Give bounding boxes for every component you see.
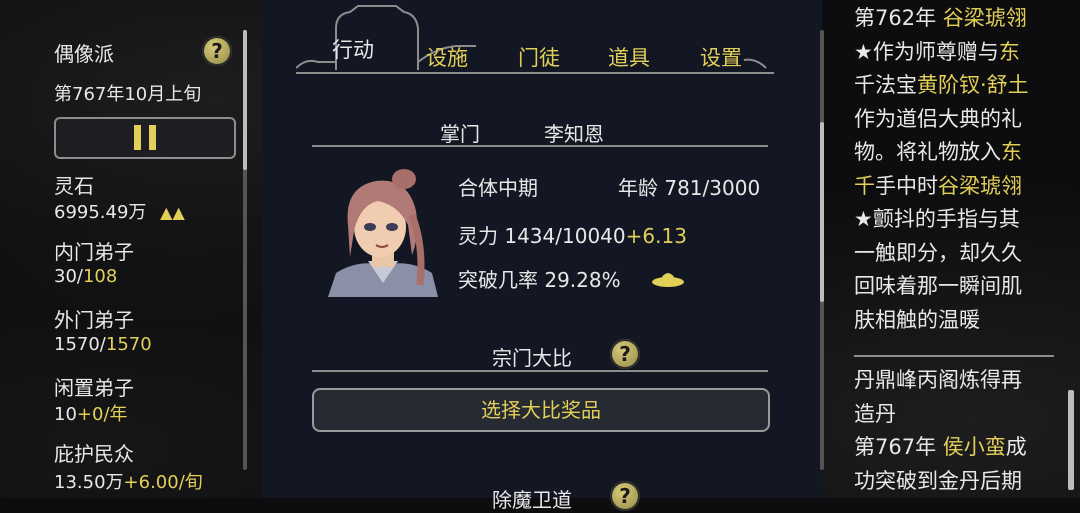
event-log-panel: 第762年 谷梁琥翎 ★作为师尊赠与东 千法宝黄阶钗·舒土 作为道侣大典的礼 物。将礼物…: [820, 0, 1080, 498]
select-reward-button[interactable]: 选择大比奖品: [312, 388, 770, 432]
leader-spirit-power: 灵力 1434/10040+6.13: [458, 224, 687, 248]
log-line: ★颤抖的手指与其: [854, 207, 1020, 231]
game-date: 第767年10月上旬: [54, 84, 202, 105]
log-line: 一触即分，却久久: [854, 240, 1022, 265]
stat-value-spirit-stones: 6995.49万 ▲▲: [54, 202, 185, 223]
tab-disciples[interactable]: 门徒: [518, 42, 560, 72]
leader-title-label: 掌门: [440, 122, 480, 146]
stat-label-spirit-stones: 灵石: [54, 174, 94, 198]
stat-value-outer-disciples: 1570/1570: [54, 334, 152, 355]
demon-slaying-title: 除魔卫道: [492, 488, 572, 512]
log-line: 第762年 谷梁琥翎: [854, 6, 1027, 30]
tab-items[interactable]: 道具: [608, 42, 650, 72]
log-scrollbar-right[interactable]: [1068, 390, 1074, 490]
competition-help-icon[interactable]: ?: [610, 339, 640, 369]
main-panel: 行动 设施 门徒 道具 设置 掌门 李知恩 合体中期 年龄 781/3000 灵…: [262, 0, 822, 512]
leader-age: 年龄 781/3000: [618, 176, 761, 200]
pause-button[interactable]: [54, 117, 236, 159]
help-icon[interactable]: ?: [202, 36, 232, 66]
breakthrough-icon[interactable]: [650, 266, 686, 290]
sect-status-panel: 偶像派 ? 第767年10月上旬 灵石 6995.49万 ▲▲ 内门弟子 30/…: [0, 0, 262, 498]
tab-settings[interactable]: 设置: [700, 42, 742, 72]
log-line: 回味着那一瞬间肌: [854, 274, 1022, 298]
log-line: 作为道侣大典的礼: [854, 106, 1022, 131]
log-line: 物。将礼物放入东: [854, 140, 1022, 164]
competition-divider: [312, 370, 768, 372]
log-line: 第767年 侯小蛮成: [854, 435, 1027, 459]
stat-label-protected-people: 庇护民众: [54, 442, 134, 466]
log-line: 造丹: [854, 401, 896, 426]
stat-value-idle-disciples: 10+0/年: [54, 404, 128, 425]
log-line: 千法宝黄阶钗·舒土: [854, 73, 1029, 97]
stat-value-protected-people: 13.50万+6.00/旬: [54, 472, 203, 493]
log-line: 千手中时谷梁琥翎: [854, 173, 1022, 198]
leader-divider: [312, 145, 768, 147]
leader-portrait[interactable]: [328, 165, 438, 297]
log-line: 功突破到金丹后期: [854, 468, 1022, 493]
leader-realm: 合体中期: [458, 176, 538, 200]
log-line: ★作为师尊赠与东: [854, 39, 1020, 64]
stat-label-idle-disciples: 闲置弟子: [54, 376, 134, 400]
tab-bar: 行动 设施 门徒 道具 设置: [296, 0, 776, 80]
tab-action[interactable]: 行动: [332, 34, 374, 64]
stat-label-inner-disciples: 内门弟子: [54, 240, 134, 264]
competition-title: 宗门大比: [492, 346, 572, 370]
double-up-arrow-icon: ▲▲: [160, 203, 185, 222]
left-scrollbar[interactable]: [243, 30, 247, 470]
sect-type-label: 偶像派: [54, 42, 114, 66]
stat-label-outer-disciples: 外门弟子: [54, 308, 134, 332]
tab-facilities[interactable]: 设施: [426, 42, 468, 72]
leader-name[interactable]: 李知恩: [544, 118, 604, 147]
log-divider: [854, 355, 1054, 357]
tab-divider: [296, 72, 774, 74]
demon-slaying-help-icon[interactable]: ?: [610, 481, 640, 511]
log-scrollbar-left[interactable]: [820, 30, 824, 470]
stat-value-inner-disciples: 30/108: [54, 266, 118, 287]
log-line: 肤相触的温暖: [854, 307, 980, 332]
log-line: 丹鼎峰丙阁炼得再: [854, 368, 1022, 392]
leader-breakthrough-chance: 突破几率 29.28%: [458, 268, 621, 292]
